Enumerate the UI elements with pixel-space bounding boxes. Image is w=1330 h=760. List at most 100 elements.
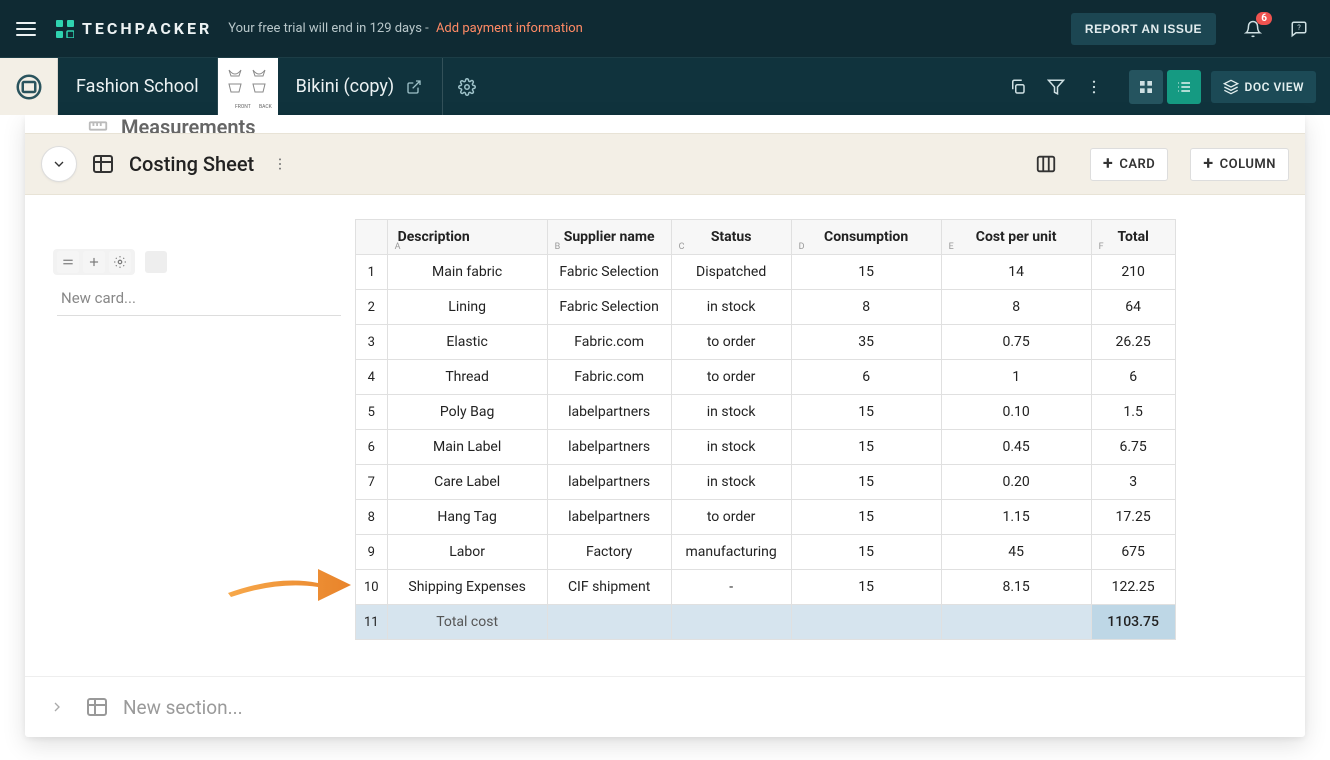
- col-cpu[interactable]: Cost per unitE: [941, 220, 1091, 255]
- table-row[interactable]: 1Main fabricFabric SelectionDispatched15…: [356, 255, 1176, 290]
- cell-supplier[interactable]: Fabric Selection: [547, 290, 671, 325]
- add-row-icon[interactable]: [83, 251, 105, 273]
- cell-description[interactable]: Hang Tag: [387, 500, 547, 535]
- cell-total[interactable]: 6.75: [1091, 430, 1175, 465]
- cell-supplier[interactable]: labelpartners: [547, 500, 671, 535]
- grid-view-icon[interactable]: [1129, 70, 1163, 104]
- cell-consumption[interactable]: 8: [791, 290, 941, 325]
- cell-total[interactable]: 1.5: [1091, 395, 1175, 430]
- cell-description[interactable]: Shipping Expenses: [387, 570, 547, 605]
- cell-supplier[interactable]: CIF shipment: [547, 570, 671, 605]
- cell-cpu[interactable]: 0.20: [941, 465, 1091, 500]
- cell-total[interactable]: 122.25: [1091, 570, 1175, 605]
- table-row[interactable]: 6Main Labellabelpartnersin stock150.456.…: [356, 430, 1176, 465]
- new-card-input[interactable]: New card...: [57, 281, 341, 316]
- help-icon[interactable]: ?: [1288, 18, 1310, 40]
- cell-description[interactable]: Main Label: [387, 430, 547, 465]
- cell-cpu[interactable]: 1.15: [941, 500, 1091, 535]
- more-icon[interactable]: [1077, 70, 1111, 104]
- add-column-button[interactable]: + COLUMN: [1190, 148, 1289, 181]
- cell-consumption[interactable]: 6: [791, 360, 941, 395]
- open-external-icon[interactable]: [404, 77, 424, 97]
- add-card-button[interactable]: + CARD: [1090, 148, 1168, 181]
- cell-description[interactable]: Main fabric: [387, 255, 547, 290]
- columns-icon[interactable]: [1032, 150, 1060, 178]
- cell-description[interactable]: Elastic: [387, 325, 547, 360]
- cell-cpu[interactable]: 8: [941, 290, 1091, 325]
- card-color-chip[interactable]: [145, 251, 167, 273]
- doc-view-button[interactable]: DOC VIEW: [1211, 71, 1316, 103]
- copy-icon[interactable]: [1001, 70, 1035, 104]
- cell-consumption[interactable]: 15: [791, 395, 941, 430]
- row-settings-icon[interactable]: [109, 251, 131, 273]
- drag-handle-icon[interactable]: [57, 251, 79, 273]
- cell-status[interactable]: in stock: [671, 430, 791, 465]
- workspace-icon-tile[interactable]: [0, 58, 58, 115]
- cell-consumption[interactable]: 15: [791, 465, 941, 500]
- brand[interactable]: TECHPACKER: [56, 19, 212, 38]
- table-row[interactable]: 4ThreadFabric.comto order616: [356, 360, 1176, 395]
- cell-total[interactable]: 675: [1091, 535, 1175, 570]
- cell-status[interactable]: to order: [671, 360, 791, 395]
- cell-description[interactable]: Thread: [387, 360, 547, 395]
- table-row[interactable]: 3ElasticFabric.comto order350.7526.25: [356, 325, 1176, 360]
- table-row[interactable]: 2LiningFabric Selectionin stock8864: [356, 290, 1176, 325]
- chevron-right-icon[interactable]: [43, 693, 71, 721]
- cell-total[interactable]: 210: [1091, 255, 1175, 290]
- cell-description[interactable]: Poly Bag: [387, 395, 547, 430]
- cell-total[interactable]: 3: [1091, 465, 1175, 500]
- cell-consumption[interactable]: 15: [791, 535, 941, 570]
- cell-total[interactable]: 17.25: [1091, 500, 1175, 535]
- col-supplier[interactable]: Supplier nameB: [547, 220, 671, 255]
- settings-icon[interactable]: [443, 58, 491, 115]
- style-thumbnail[interactable]: FRONT BACK: [218, 58, 278, 116]
- new-section-input[interactable]: New section...: [123, 696, 243, 719]
- breadcrumb-workspace[interactable]: Fashion School: [58, 58, 218, 115]
- costing-table[interactable]: DescriptionA Supplier nameB StatusC Cons…: [355, 219, 1176, 640]
- cell-status[interactable]: to order: [671, 500, 791, 535]
- cell-supplier[interactable]: Fabric Selection: [547, 255, 671, 290]
- table-row[interactable]: 8Hang Taglabelpartnersto order151.1517.2…: [356, 500, 1176, 535]
- cell-total[interactable]: 26.25: [1091, 325, 1175, 360]
- notifications-icon[interactable]: 6: [1242, 18, 1264, 40]
- cell-status[interactable]: Dispatched: [671, 255, 791, 290]
- cell-consumption[interactable]: 35: [791, 325, 941, 360]
- section-menu-icon[interactable]: [268, 152, 292, 176]
- table-row[interactable]: 10Shipping ExpensesCIF shipment-158.1512…: [356, 570, 1176, 605]
- cell-consumption[interactable]: 15: [791, 255, 941, 290]
- cell-supplier[interactable]: labelpartners: [547, 395, 671, 430]
- report-issue-button[interactable]: REPORT AN ISSUE: [1071, 13, 1216, 45]
- list-view-icon[interactable]: [1167, 70, 1201, 104]
- cell-cpu[interactable]: 14: [941, 255, 1091, 290]
- cell-status[interactable]: manufacturing: [671, 535, 791, 570]
- collapse-button[interactable]: [41, 146, 77, 182]
- menu-icon[interactable]: [12, 15, 40, 43]
- table-row[interactable]: 5Poly Baglabelpartnersin stock150.101.5: [356, 395, 1176, 430]
- cell-status[interactable]: -: [671, 570, 791, 605]
- cell-supplier[interactable]: Factory: [547, 535, 671, 570]
- cell-description[interactable]: Care Label: [387, 465, 547, 500]
- cell-description[interactable]: Lining: [387, 290, 547, 325]
- cell-status[interactable]: in stock: [671, 290, 791, 325]
- cell-total[interactable]: 64: [1091, 290, 1175, 325]
- cell-cpu[interactable]: 0.75: [941, 325, 1091, 360]
- cell-status[interactable]: in stock: [671, 465, 791, 500]
- add-payment-link[interactable]: Add payment information: [436, 21, 583, 36]
- cell-cpu[interactable]: 0.45: [941, 430, 1091, 465]
- filter-icon[interactable]: [1039, 70, 1073, 104]
- cell-cpu[interactable]: 0.10: [941, 395, 1091, 430]
- cell-supplier[interactable]: labelpartners: [547, 430, 671, 465]
- table-row[interactable]: 9LaborFactorymanufacturing1545675: [356, 535, 1176, 570]
- cell-status[interactable]: in stock: [671, 395, 791, 430]
- cell-supplier[interactable]: Fabric.com: [547, 360, 671, 395]
- col-total[interactable]: TotalF: [1091, 220, 1175, 255]
- table-row[interactable]: 7Care Labellabelpartnersin stock150.203: [356, 465, 1176, 500]
- cell-description[interactable]: Labor: [387, 535, 547, 570]
- cell-consumption[interactable]: 15: [791, 430, 941, 465]
- cell-cpu[interactable]: 8.15: [941, 570, 1091, 605]
- cell-cpu[interactable]: 1: [941, 360, 1091, 395]
- col-consumption[interactable]: ConsumptionD: [791, 220, 941, 255]
- cell-supplier[interactable]: labelpartners: [547, 465, 671, 500]
- col-status[interactable]: StatusC: [671, 220, 791, 255]
- cell-cpu[interactable]: 45: [941, 535, 1091, 570]
